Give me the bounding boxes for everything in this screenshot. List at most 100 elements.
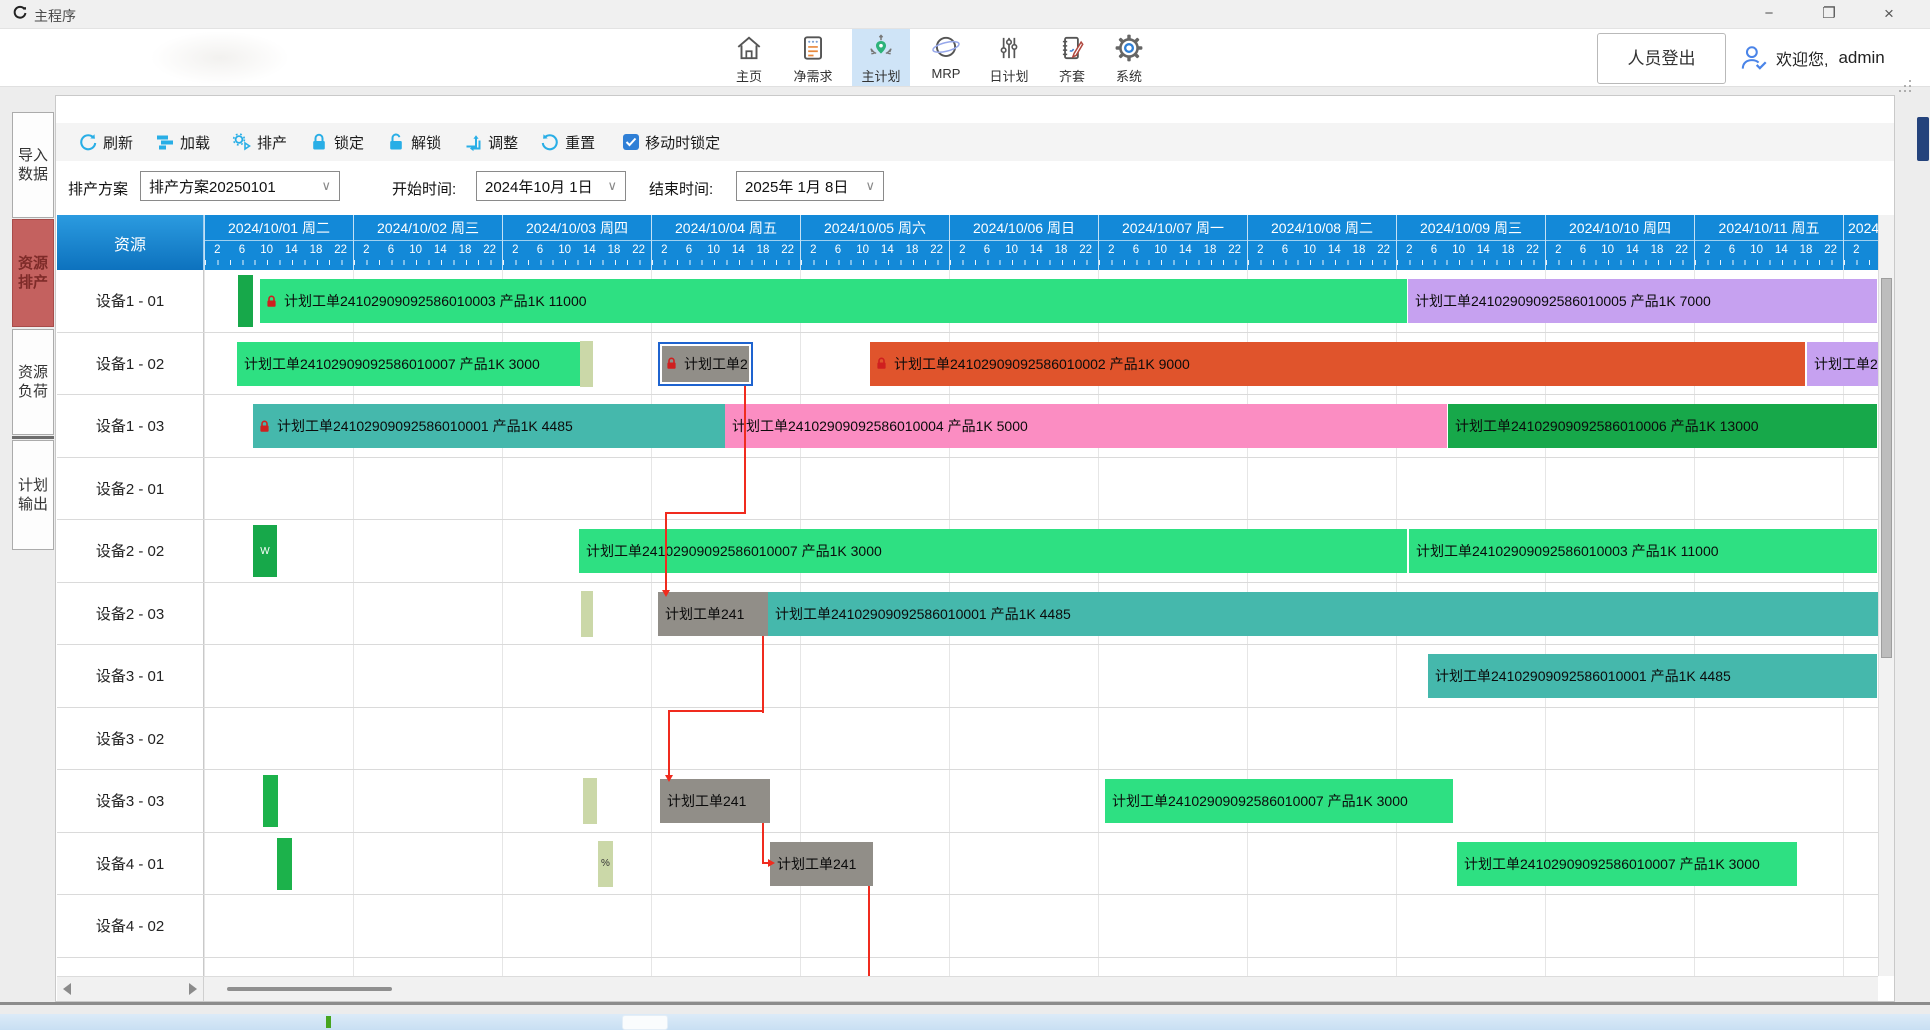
gantt-bar[interactable]: 计划工单24102909092586010002 产品1K 9000: [870, 342, 1805, 386]
gantt-bar[interactable]: 计划工单24102909092586010005 产品1K 7000: [1408, 279, 1877, 323]
gantt-bar-label: 计划工单24102909092586010004 产品1K 5000: [725, 416, 1028, 436]
gantt-row: 设备4 - 01% 计划工单241 计划工单24102909092586010007…: [57, 833, 1878, 896]
vertical-scrollbar-thumb[interactable]: [1881, 278, 1892, 658]
gantt-bar-glyph: W: [260, 546, 269, 557]
adjust-button[interactable]: 调整: [463, 132, 518, 153]
hour-tick-label: 22: [632, 244, 645, 256]
scroll-right-arrow-icon[interactable]: [189, 983, 197, 995]
nav-master-plan[interactable]: 主计划: [852, 29, 910, 86]
start-time-select[interactable]: 2024年10月 1日∨: [476, 171, 626, 201]
hour-tick-label: 10: [856, 244, 869, 256]
horizontal-scrollbar-thumb[interactable]: [227, 987, 392, 991]
gantt-bar[interactable]: [277, 838, 292, 890]
gantt-bar[interactable]: 计划工单24102909092586010001 产品1K 4485: [1428, 654, 1877, 698]
title-bar[interactable]: 主程序 − ❐ ×: [0, 0, 1930, 29]
load-button[interactable]: 加载: [155, 132, 210, 153]
nav-kitting[interactable]: 齐套: [1043, 29, 1101, 86]
scroll-left-arrow-icon[interactable]: [63, 983, 71, 995]
gantt-day-header: 2024/10/10 周四2610141822: [1545, 215, 1694, 270]
gantt-body: 设备1 - 01 计划工单24102909092586010003 产品1K 1…: [57, 270, 1878, 976]
hour-tick-label: 18: [1204, 244, 1217, 256]
window-bottom-strip: [0, 1005, 1930, 1014]
lock-icon: [876, 357, 887, 370]
nav-system[interactable]: 系统: [1100, 29, 1158, 86]
hour-tick-label: 14: [285, 244, 298, 256]
hour-tick-label: 6: [1133, 244, 1139, 256]
gantt-bar[interactable]: 计划工单24102909092586010006 产品1K 13000: [1448, 404, 1877, 448]
hour-tick-label: 22: [1526, 244, 1539, 256]
gantt-bar[interactable]: [263, 775, 278, 827]
gantt-bar[interactable]: 计划工单24102909092586010007 产品1K 3000: [579, 529, 1407, 573]
logout-button[interactable]: 人员登出: [1597, 33, 1726, 84]
resource-label: 设备4 - 01: [57, 833, 204, 895]
day-date-label: 2024/10/08 周二: [1248, 215, 1396, 241]
taskbar: [0, 1014, 1930, 1030]
nav-net-demand[interactable]: 净需求: [784, 29, 842, 86]
gantt-bar[interactable]: 计划工单24102909092586010003 产品1K 11000: [260, 279, 1407, 323]
nav-day-plan[interactable]: 日计划: [980, 29, 1038, 86]
gantt-bar[interactable]: 计划工单24102909092586010003 产品1K 11000: [1409, 529, 1877, 573]
hour-tick-label: 14: [434, 244, 447, 256]
hour-tick-label: 2: [1555, 244, 1561, 256]
minimize-button[interactable]: −: [1746, 0, 1792, 28]
resource-column-scrollbar[interactable]: [57, 977, 204, 1001]
refresh-button[interactable]: 刷新: [78, 132, 133, 153]
hour-tick-label: 10: [1005, 244, 1018, 256]
hour-tick-label: 10: [1750, 244, 1763, 256]
gantt-bar[interactable]: 计划工单24102909092586010001 产品1K 4485: [768, 592, 1878, 636]
dependency-line: [762, 636, 764, 713]
lock-button[interactable]: 锁定: [309, 132, 364, 153]
gantt-bar-selected[interactable]: 计划工单2: [658, 342, 753, 386]
dependency-line: [665, 512, 667, 592]
checkbox-checked-icon[interactable]: [623, 134, 639, 150]
gantt-bar[interactable]: 计划工单241: [770, 842, 873, 886]
gantt-bar[interactable]: 计划工单24102909092586010007 产品1K 3000: [1457, 842, 1797, 886]
hour-tick-label: 10: [1154, 244, 1167, 256]
vertical-scrollbar[interactable]: [1878, 215, 1894, 976]
sidebar-tab-resource-scheduling[interactable]: 资源排产: [12, 219, 54, 327]
gantt-bar[interactable]: 计划工单2: [1807, 342, 1878, 386]
gantt-day-header: 2024/10/06 周日2610141822: [949, 215, 1098, 270]
horizontal-scrollbar[interactable]: [57, 976, 1878, 1001]
gantt-bar[interactable]: [238, 275, 253, 327]
gantt-bar[interactable]: W: [253, 525, 277, 577]
day-date-label: 2024/10/05 周六: [801, 215, 949, 241]
sidebar-tab-plan-output[interactable]: 计划输出: [12, 440, 54, 550]
plan-select[interactable]: 排产方案20250101∨: [140, 171, 340, 201]
close-button[interactable]: ×: [1866, 0, 1912, 28]
nav-mrp[interactable]: MRP: [917, 29, 975, 86]
gantt-bar[interactable]: 计划工单24102909092586010001 产品1K 4485: [253, 404, 725, 448]
gantt-bar-glyph: %: [601, 858, 610, 869]
gantt-row-chart-area: [204, 895, 1878, 957]
nav-home[interactable]: 主页: [720, 29, 778, 86]
unlock-button[interactable]: 解锁: [386, 132, 441, 153]
hour-tick-label: 10: [558, 244, 571, 256]
gantt-bar[interactable]: 计划工单24102909092586010004 产品1K 5000: [725, 404, 1447, 448]
gantt-bar[interactable]: 计划工单24102909092586010007 产品1K 3000: [237, 342, 580, 386]
gantt-bar[interactable]: [581, 591, 593, 637]
maximize-button[interactable]: ❐: [1806, 0, 1852, 28]
reset-button[interactable]: 重置: [540, 132, 595, 153]
gantt-bar[interactable]: [583, 778, 597, 824]
taskbar-widget[interactable]: [622, 1015, 668, 1030]
dependency-line: [762, 823, 764, 863]
sidebar-tab-import-data[interactable]: 导入数据: [12, 112, 54, 218]
hour-tick-label: 14: [583, 244, 596, 256]
gantt-bar[interactable]: 计划工单241: [658, 592, 768, 636]
lock-icon: [259, 420, 270, 433]
gantt-row-chart-area: 计划工单24102909092586010001 产品1K 4485: [204, 645, 1878, 707]
move-lock-checkbox[interactable]: 移动时锁定: [623, 132, 720, 153]
right-edge-scroll-thumb[interactable]: [1917, 117, 1929, 161]
gantt-bar[interactable]: %: [598, 841, 613, 887]
hour-tick-label: 10: [1452, 244, 1465, 256]
taskbar-app-icon[interactable]: [326, 1016, 331, 1028]
resize-grip[interactable]: [1899, 80, 1913, 94]
sidebar-tab-resource-load[interactable]: 资源负荷: [12, 329, 54, 435]
gantt-bar[interactable]: [580, 341, 593, 387]
gantt-bar[interactable]: 计划工单24102909092586010007 产品1K 3000: [1105, 779, 1453, 823]
user-icon: [1738, 42, 1770, 74]
schedule-button[interactable]: 排产: [232, 132, 287, 153]
gantt-bar[interactable]: 计划工单241: [660, 779, 770, 823]
end-time-select[interactable]: 2025年 1月 8日∨: [736, 171, 884, 201]
gantt-row-chart-area: 计划工单24102909092586010003 产品1K 11000计划工单2…: [204, 270, 1878, 332]
